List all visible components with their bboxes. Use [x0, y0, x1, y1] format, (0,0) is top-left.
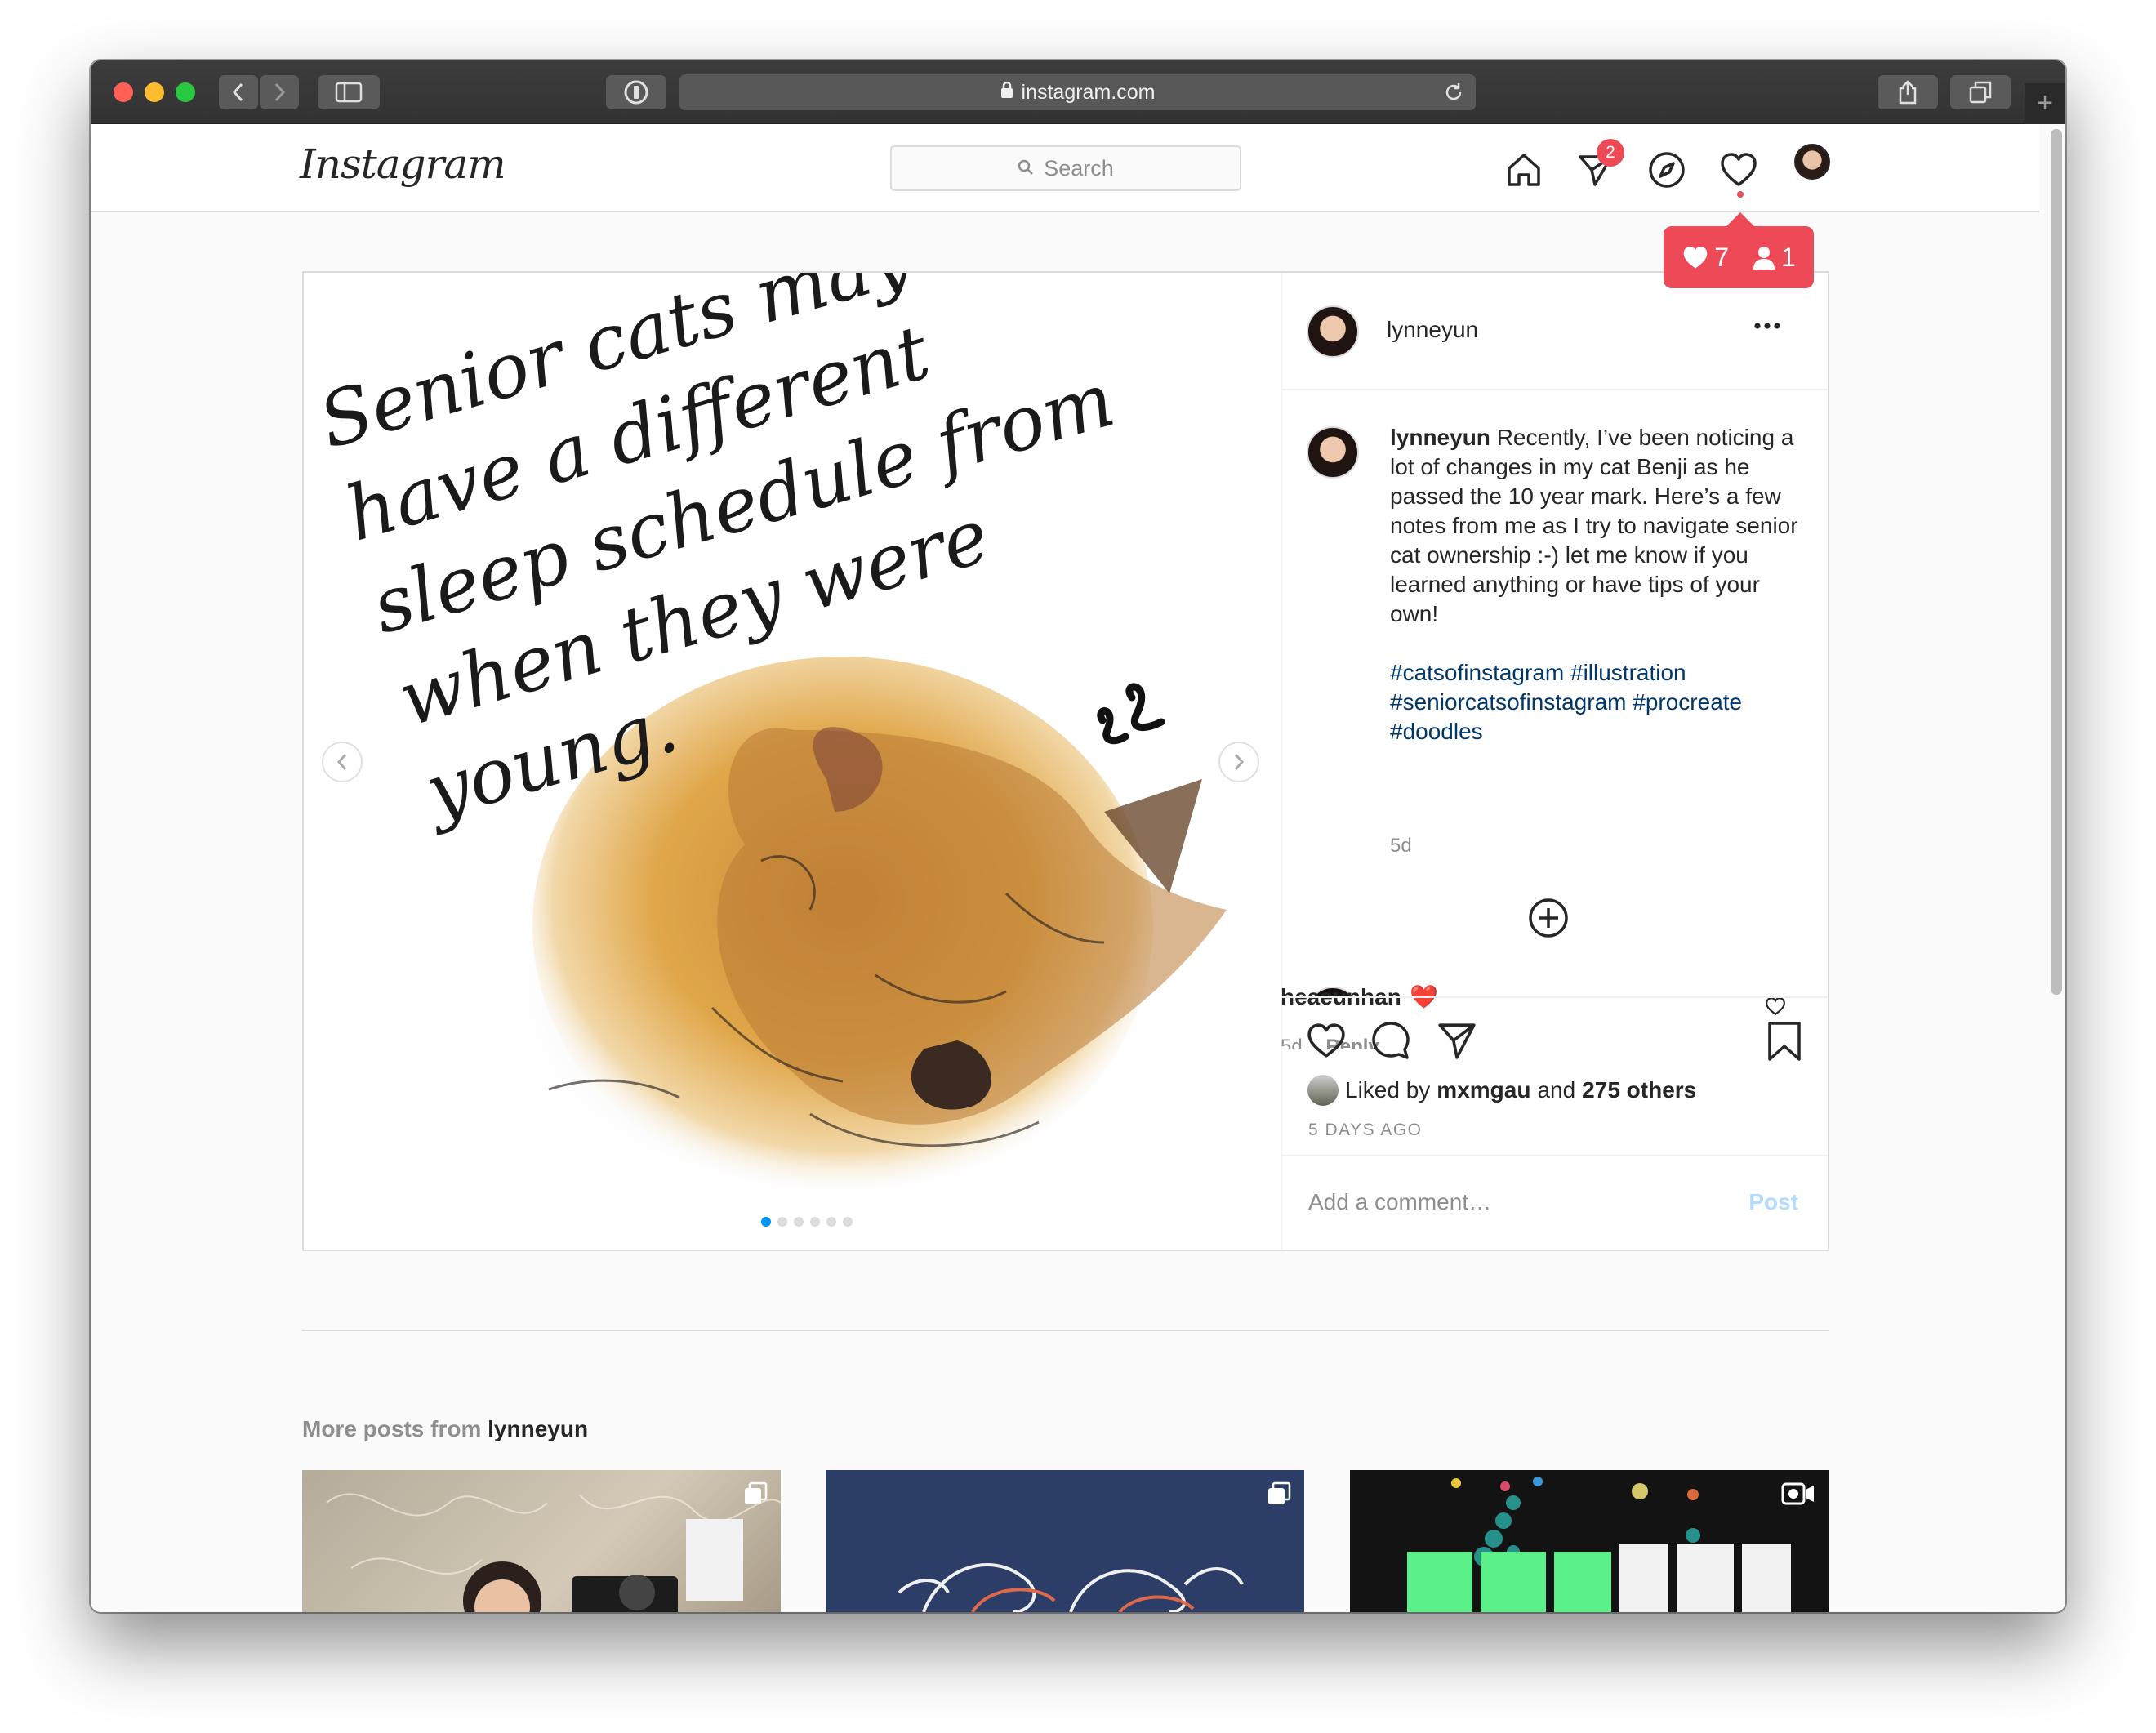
- tab-overview-button[interactable]: [1950, 75, 2011, 109]
- forward-button[interactable]: [260, 75, 299, 109]
- sidebar-icon: [335, 82, 363, 103]
- lock-icon: [1000, 81, 1013, 105]
- new-tab-button[interactable]: +: [2025, 83, 2065, 124]
- activity-indicator-dot: [1737, 191, 1744, 198]
- back-button[interactable]: [219, 75, 258, 109]
- carousel-indicator: [761, 1217, 853, 1227]
- add-comment-input[interactable]: Add a comment…: [1308, 1189, 1491, 1215]
- flourish-illustration: [898, 1563, 1244, 1612]
- explore-compass-icon[interactable]: [1647, 150, 1686, 189]
- share-icon: [1899, 80, 1917, 105]
- password-manager-button[interactable]: [606, 75, 666, 109]
- home-icon[interactable]: [1504, 150, 1544, 189]
- liker-username[interactable]: mxmgau: [1437, 1077, 1530, 1103]
- post-date: 5 DAYS AGO: [1308, 1120, 1423, 1139]
- likes-others-link[interactable]: 275 others: [1582, 1077, 1696, 1103]
- chevron-left-icon: [232, 82, 243, 102]
- maximize-window-button[interactable]: [176, 82, 195, 102]
- more-post-thumbnail[interactable]: [302, 1470, 781, 1612]
- carousel-dot: [794, 1217, 804, 1227]
- liker-avatar[interactable]: [1307, 1075, 1339, 1106]
- tabs-icon: [1969, 81, 1992, 104]
- browser-window: instagram.com + Instagram Search 2 7 1 S…: [91, 60, 2065, 1612]
- comment-row: heaeunhan ❤️: [1281, 983, 1771, 1032]
- heart-filled-icon: [1683, 247, 1708, 269]
- browser-toolbar: instagram.com +: [91, 60, 2065, 124]
- address-bar-url: instagram.com: [1021, 80, 1156, 104]
- typography-video-still: [1407, 1477, 1791, 1612]
- more-posts-username[interactable]: lynneyun: [488, 1416, 588, 1441]
- calligraphy-photo: [326, 1493, 781, 1612]
- carousel-prev-button[interactable]: [322, 742, 363, 782]
- share-button[interactable]: [1878, 75, 1938, 109]
- like-heart-icon[interactable]: [1306, 1022, 1347, 1059]
- section-divider: [302, 1330, 1829, 1331]
- profile-avatar-button[interactable]: [1794, 144, 1830, 180]
- minimize-window-button[interactable]: [145, 82, 164, 102]
- scrollbar[interactable]: [2051, 129, 2062, 995]
- save-bookmark-icon[interactable]: [1766, 1020, 1802, 1063]
- address-bar[interactable]: instagram.com: [679, 74, 1476, 110]
- more-post-thumbnail[interactable]: [826, 1470, 1304, 1612]
- likes-summary: Liked by mxmgau and 275 others: [1307, 1075, 1696, 1106]
- instagram-logo[interactable]: Instagram: [300, 140, 506, 188]
- chevron-right-icon: [274, 82, 286, 102]
- more-posts-heading: More posts from lynneyun: [302, 1416, 588, 1442]
- add-comment-section: Add a comment… Post: [1282, 1155, 1828, 1250]
- follows-notification-count: 1: [1781, 242, 1796, 272]
- likes-prefix: Liked by: [1345, 1077, 1431, 1103]
- likes-notification-count: 7: [1714, 242, 1729, 272]
- comment-like-heart-icon[interactable]: [1765, 996, 1786, 1016]
- more-post-thumbnail[interactable]: [1350, 1470, 1829, 1612]
- multiple-images-icon: [1268, 1481, 1291, 1504]
- comments-list: [1282, 273, 1828, 998]
- igtv-video-icon: [1781, 1482, 1814, 1505]
- likes-joiner: and: [1537, 1077, 1576, 1103]
- activity-heart-icon[interactable]: [1719, 150, 1758, 189]
- dm-notification-badge: 2: [1597, 139, 1624, 167]
- post-image[interactable]: Senior cats may have a different sleep s…: [304, 273, 1282, 1250]
- carousel-dot: [761, 1217, 771, 1227]
- person-icon: [1753, 247, 1775, 270]
- chevron-left-icon: [336, 754, 347, 770]
- reload-icon[interactable]: [1443, 82, 1464, 109]
- post-comment-button[interactable]: Post: [1748, 1189, 1798, 1215]
- carousel-next-button[interactable]: [1218, 742, 1259, 782]
- comment-bubble-icon[interactable]: [1370, 1020, 1411, 1061]
- carousel-dot: [777, 1217, 787, 1227]
- share-paper-plane-icon[interactable]: [1437, 1020, 1477, 1061]
- comment-time: 5d: [1281, 1037, 1303, 1049]
- more-posts-label: More posts from: [302, 1416, 482, 1441]
- carousel-dot: [843, 1217, 853, 1227]
- close-window-button[interactable]: [114, 82, 133, 102]
- actions-divider: [1281, 996, 1828, 998]
- carousel-dot: [810, 1217, 820, 1227]
- sidebar-toggle-button[interactable]: [318, 75, 380, 109]
- multiple-images-icon: [745, 1481, 768, 1504]
- search-input[interactable]: Search: [890, 145, 1241, 191]
- carousel-dot: [826, 1217, 836, 1227]
- chevron-right-icon: [1234, 754, 1245, 770]
- search-icon: [1018, 156, 1034, 181]
- instagram-header: Instagram Search: [91, 124, 2039, 212]
- search-placeholder: Search: [1044, 155, 1114, 180]
- activity-notification-bubble[interactable]: 7 1: [1664, 226, 1814, 288]
- password-manager-icon: [624, 80, 648, 105]
